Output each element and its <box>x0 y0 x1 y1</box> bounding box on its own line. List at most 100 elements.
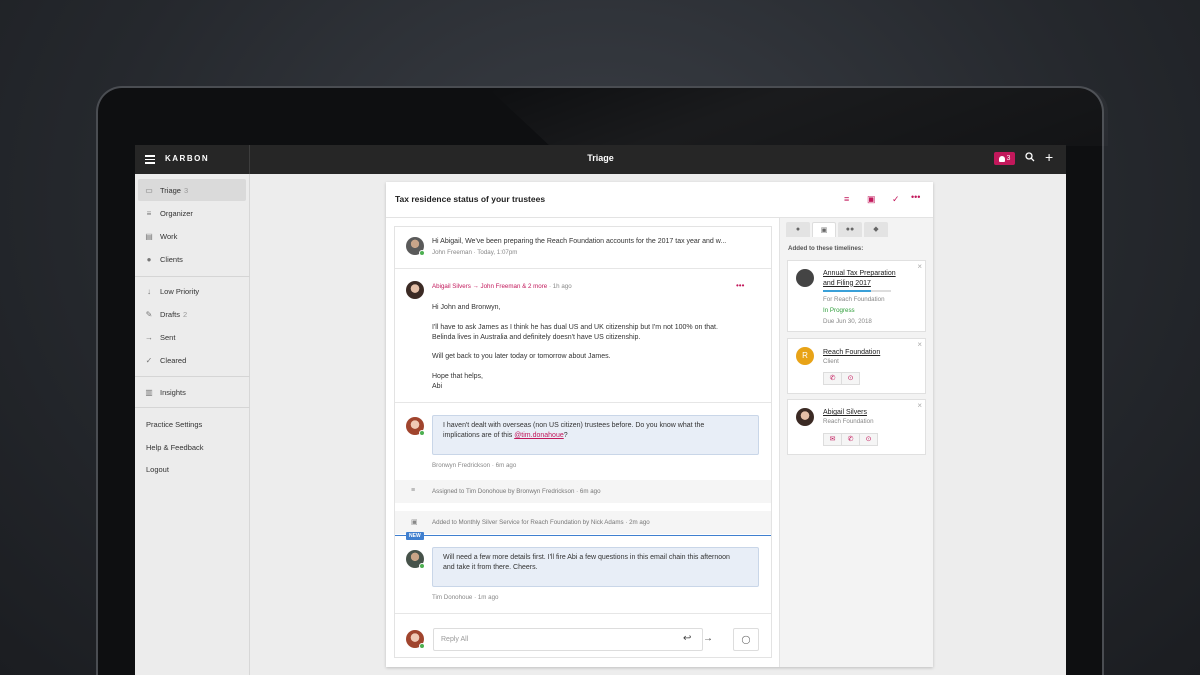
timeline-client: For Reach Foundation <box>823 296 885 303</box>
new-divider <box>395 535 771 536</box>
avatar <box>406 550 425 569</box>
sidebar-item-label: Clients <box>160 254 183 264</box>
avatar <box>406 417 425 436</box>
timestamp: 1h ago <box>552 283 572 290</box>
activity-text: Added to Monthly Silver Service for Reac… <box>432 519 650 526</box>
timeline-title-line[interactable]: and Filing 2017 <box>823 279 871 289</box>
sidebar-item-label: Triage <box>160 185 181 195</box>
timeline-due-date: Due Jun 30, 2018 <box>823 318 872 325</box>
message-preview[interactable]: Hi Abigail, We've been preparing the Rea… <box>432 237 726 247</box>
client-actions: ✆ ⊙ <box>823 372 860 385</box>
location-pin-icon[interactable]: ⊙ <box>859 433 878 446</box>
logout-link[interactable]: Logout <box>146 465 169 474</box>
person-icon: ● <box>146 254 152 264</box>
comment-meta: Tim Donohoue · 1m ago <box>432 594 499 601</box>
timeline-card[interactable]: × Annual Tax Preparation and Filing 2017… <box>787 260 926 332</box>
tab-info[interactable]: ● <box>786 222 810 237</box>
mention-link[interactable]: @tim.donahoue <box>514 432 564 439</box>
reply-placeholder: Reply All <box>441 636 469 643</box>
comment-line: Will need a few more details first. I'll… <box>443 554 730 561</box>
sidebar-item-cleared[interactable]: ✓ Cleared <box>138 349 246 371</box>
app-window: KARBON Triage 3 + ▭ Triage 3 ≡ Organizer… <box>135 145 1066 675</box>
search-icon[interactable] <box>1025 152 1035 166</box>
avatar <box>406 281 424 299</box>
help-feedback-link[interactable]: Help & Feedback <box>146 443 204 452</box>
briefcase-icon: ▣ <box>411 519 418 526</box>
sender-name[interactable]: Abigail Silvers <box>432 283 471 290</box>
conversation-panel: Tax residence status of your trustees ≡ … <box>386 182 933 667</box>
recipients[interactable]: John Freeman & 2 more <box>481 283 548 290</box>
timestamp: 6m ago <box>495 462 517 469</box>
reply-icon[interactable]: ↩ <box>683 633 691 644</box>
arrow-right-icon: → <box>145 332 153 342</box>
comment-bubble: Will need a few more details first. I'll… <box>432 547 759 587</box>
contact-card[interactable]: × Abigail Silvers Reach Foundation ✉ ✆ ⊙ <box>787 399 926 455</box>
sidebar-item-label: Drafts <box>160 309 181 319</box>
message-meta: John Freeman · Today, 1:07pm <box>432 249 518 256</box>
author-name: John Freeman <box>432 249 472 256</box>
activity-row: ≡ Assigned to Tim Donohoue by Bronwyn Fr… <box>395 480 771 503</box>
tab-work[interactable]: ▣ <box>812 222 836 237</box>
phone-icon[interactable]: ✆ <box>841 433 860 446</box>
contact-name[interactable]: Abigail Silvers <box>823 408 867 418</box>
panel-header: Tax residence status of your trustees ≡ … <box>386 182 933 218</box>
sidebar-item-work[interactable]: ▤ Work <box>138 225 246 247</box>
location-pin-icon[interactable]: ⊙ <box>841 372 860 385</box>
forward-icon[interactable]: → <box>703 633 713 644</box>
sidebar-item-label: Insights <box>160 387 186 397</box>
message-more-icon[interactable]: ••• <box>736 281 744 290</box>
email-icon[interactable]: ✉ <box>823 433 842 446</box>
arrow-down-icon: ↓ <box>147 286 151 296</box>
divider <box>395 613 771 614</box>
comment-line: implications are of this @tim.donahoue? <box>443 432 568 439</box>
divider <box>135 376 250 377</box>
close-icon[interactable]: × <box>917 262 922 271</box>
message-signoff: Hope that helps, <box>432 373 483 380</box>
timestamp: Today, 1:07pm <box>477 249 518 256</box>
bar-chart-icon: ▥ <box>145 387 153 397</box>
check-icon: ✓ <box>145 355 153 365</box>
reply-input[interactable]: Reply All ↩ → <box>433 628 713 651</box>
tag-icon: ◆ <box>873 226 879 233</box>
tab-tags[interactable]: ◆ <box>864 222 888 237</box>
phone-icon[interactable]: ✆ <box>823 372 842 385</box>
briefcase-icon: ▣ <box>820 227 828 234</box>
comment-button[interactable]: ◯ <box>733 628 759 651</box>
message-body-line: I'll have to ask James as I think he has… <box>432 324 718 331</box>
sidebar-item-organizer[interactable]: ≡ Organizer <box>138 202 246 224</box>
sidebar-item-drafts[interactable]: ✎ Drafts 2 <box>138 303 246 325</box>
clear-check-icon[interactable]: ✓ <box>892 194 900 205</box>
notifications-button[interactable]: 3 <box>994 152 1015 165</box>
close-icon[interactable]: × <box>917 401 922 410</box>
tab-contacts[interactable]: ●● <box>838 222 862 237</box>
sidebar-item-insights[interactable]: ▥ Insights <box>138 381 246 403</box>
client-name[interactable]: Reach Foundation <box>823 348 880 358</box>
close-icon[interactable]: × <box>917 340 922 349</box>
message-greeting: Hi John and Bronwyn, <box>432 304 501 311</box>
client-card[interactable]: × R Reach Foundation Client ✆ ⊙ <box>787 338 926 394</box>
sidebar-item-clients[interactable]: ● Clients <box>138 248 246 270</box>
comment-meta: Bronwyn Fredrickson · 6m ago <box>432 462 517 469</box>
sidebar-item-sent[interactable]: → Sent <box>138 326 246 348</box>
activity-row: ▣ Added to Monthly Silver Service for Re… <box>395 511 771 534</box>
sidebar-item-count: 3 <box>183 185 189 195</box>
new-badge: NEW <box>406 532 424 540</box>
message-thread: Hi Abigail, We've been preparing the Rea… <box>394 226 772 658</box>
author-name: Tim Donohoue <box>432 594 473 601</box>
assign-list-icon[interactable]: ≡ <box>844 194 849 204</box>
pencil-icon: ✎ <box>145 309 153 319</box>
practice-settings-link[interactable]: Practice Settings <box>146 420 202 429</box>
avatar <box>406 630 425 649</box>
sidebar-item-low-priority[interactable]: ↓ Low Priority <box>138 280 246 302</box>
more-options-icon[interactable]: ••• <box>911 192 920 202</box>
briefcase-icon[interactable]: ▣ <box>867 194 876 205</box>
add-icon[interactable]: + <box>1045 150 1053 164</box>
message-body-line: Will get back to you later today or tomo… <box>432 353 611 360</box>
timelines-label: Added to these timelines: <box>788 245 864 252</box>
contact-actions: ✉ ✆ ⊙ <box>823 433 878 446</box>
timeline-title-line[interactable]: Annual Tax Preparation <box>823 269 896 279</box>
client-initial-avatar: R <box>796 347 814 365</box>
sidebar-item-label: Cleared <box>160 355 187 365</box>
info-icon: ● <box>795 226 801 233</box>
sidebar-item-triage[interactable]: ▭ Triage 3 <box>138 179 246 201</box>
